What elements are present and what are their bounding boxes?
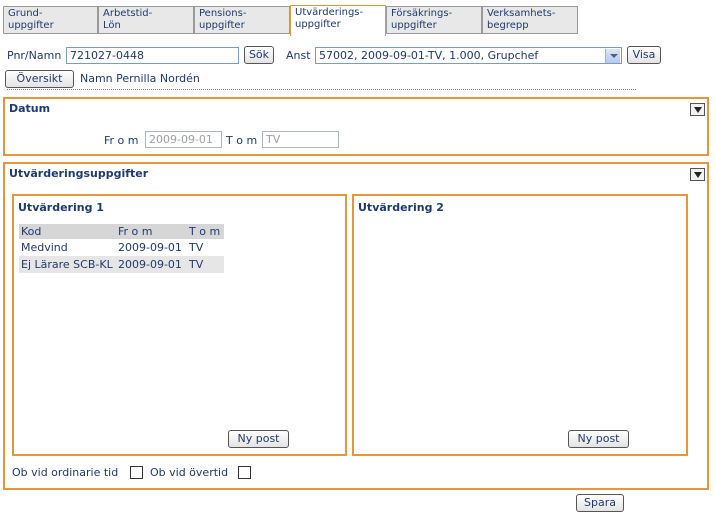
evaluation-1-title: Utvärdering 1 <box>18 201 104 214</box>
to-label: T o m <box>226 134 258 147</box>
pnr-label: Pnr/Namn <box>7 49 62 62</box>
tab-label-line1: Grund- <box>8 8 43 19</box>
datum-title: Datum <box>9 102 51 115</box>
cell-from: 2009-09-01 <box>118 241 182 254</box>
evaluation-2-panel: Utvärdering 2 Ny post <box>352 194 688 456</box>
ob-ordinary-label: Ob vid ordinarie tid <box>12 466 119 479</box>
overview-button[interactable]: Översikt <box>5 70 74 88</box>
anst-select[interactable]: 57002, 2009-09-01-TV, 1.000, Grupchef <box>315 47 622 64</box>
search-button[interactable]: Sök <box>244 46 274 64</box>
evaluations-panel: Utvärderingsuppgifter Utvärdering 1 Kod … <box>3 162 709 490</box>
evaluation-2-title: Utvärdering 2 <box>358 201 444 214</box>
tab-label-line1: Försäkrings- <box>391 8 453 19</box>
tab-label-line2: Lön <box>103 20 121 31</box>
employee-name: Namn Pernilla Nordén <box>80 72 200 85</box>
tab-forsakringsuppgifter[interactable]: Försäkrings- uppgifter <box>386 6 482 34</box>
evaluation-1-panel: Utvärdering 1 Kod Fr o m T o m Medvind 2… <box>12 194 347 456</box>
tab-label-line1: Utvärderings- <box>295 7 364 18</box>
evaluations-title: Utvärderingsuppgifter <box>9 167 149 180</box>
cell-to: TV <box>189 241 204 254</box>
collapse-icon[interactable] <box>690 168 705 181</box>
cell-kod: Medvind <box>21 241 68 254</box>
new-post-button[interactable]: Ny post <box>568 430 629 448</box>
tab-grunduppgifter[interactable]: Grund- uppgifter <box>3 6 98 34</box>
cell-kod: Ej Lärare SCB-KL <box>19 256 116 273</box>
tab-label-line2: uppgifter <box>295 19 341 30</box>
column-header-kod: Kod <box>19 224 116 239</box>
show-button[interactable]: Visa <box>627 46 661 64</box>
tab-label-line2: uppgifter <box>199 20 245 31</box>
from-date-input[interactable]: 2009-09-01 <box>145 131 222 148</box>
divider <box>7 89 636 90</box>
column-header-to: T o m <box>187 224 224 239</box>
anst-select-value: 57002, 2009-09-01-TV, 1.000, Grupchef <box>319 49 539 62</box>
tab-label-line1: Pensions- <box>199 8 247 19</box>
anst-label: Anst <box>286 49 311 62</box>
cell-from: 2009-09-01 <box>116 256 187 273</box>
tab-label-line2: begrepp <box>487 20 529 31</box>
tab-arbetstid-lon[interactable]: Arbetstid- Lön <box>98 6 194 34</box>
evaluation-1-table: Kod Fr o m T o m Medvind 2009-09-01 TV E… <box>19 224 224 273</box>
ob-overtime-checkbox[interactable] <box>238 466 251 479</box>
tab-label-line1: Verksamhets- <box>487 8 556 19</box>
tab-utvarderingsuppgifter[interactable]: Utvärderings- uppgifter <box>290 5 386 36</box>
tab-label-line2: uppgifter <box>8 20 54 31</box>
new-post-button[interactable]: Ny post <box>228 430 289 448</box>
pnr-input[interactable]: 721027-0448 <box>66 47 239 64</box>
table-row[interactable]: Medvind 2009-09-01 TV <box>19 239 224 256</box>
datum-panel: Datum Fr o m 2009-09-01 T o m TV <box>3 97 709 156</box>
to-date-input[interactable]: TV <box>262 131 339 148</box>
tab-pensionsuppgifter[interactable]: Pensions- uppgifter <box>194 6 290 34</box>
tab-label-line2: uppgifter <box>391 20 437 31</box>
table-row[interactable]: Ej Lärare SCB-KL 2009-09-01 TV <box>19 256 224 273</box>
save-button[interactable]: Spara <box>576 494 624 512</box>
cell-to: TV <box>187 256 224 273</box>
chevron-down-icon[interactable] <box>605 49 620 63</box>
tab-verksamhetsbegrepp[interactable]: Verksamhets- begrepp <box>482 6 578 34</box>
from-label: Fr o m <box>104 134 139 147</box>
ob-ordinary-checkbox[interactable] <box>130 466 143 479</box>
column-header-from: Fr o m <box>116 224 187 239</box>
ob-overtime-label: Ob vid övertid <box>150 466 229 479</box>
collapse-icon[interactable] <box>690 103 705 116</box>
tab-label-line1: Arbetstid- <box>103 8 153 19</box>
